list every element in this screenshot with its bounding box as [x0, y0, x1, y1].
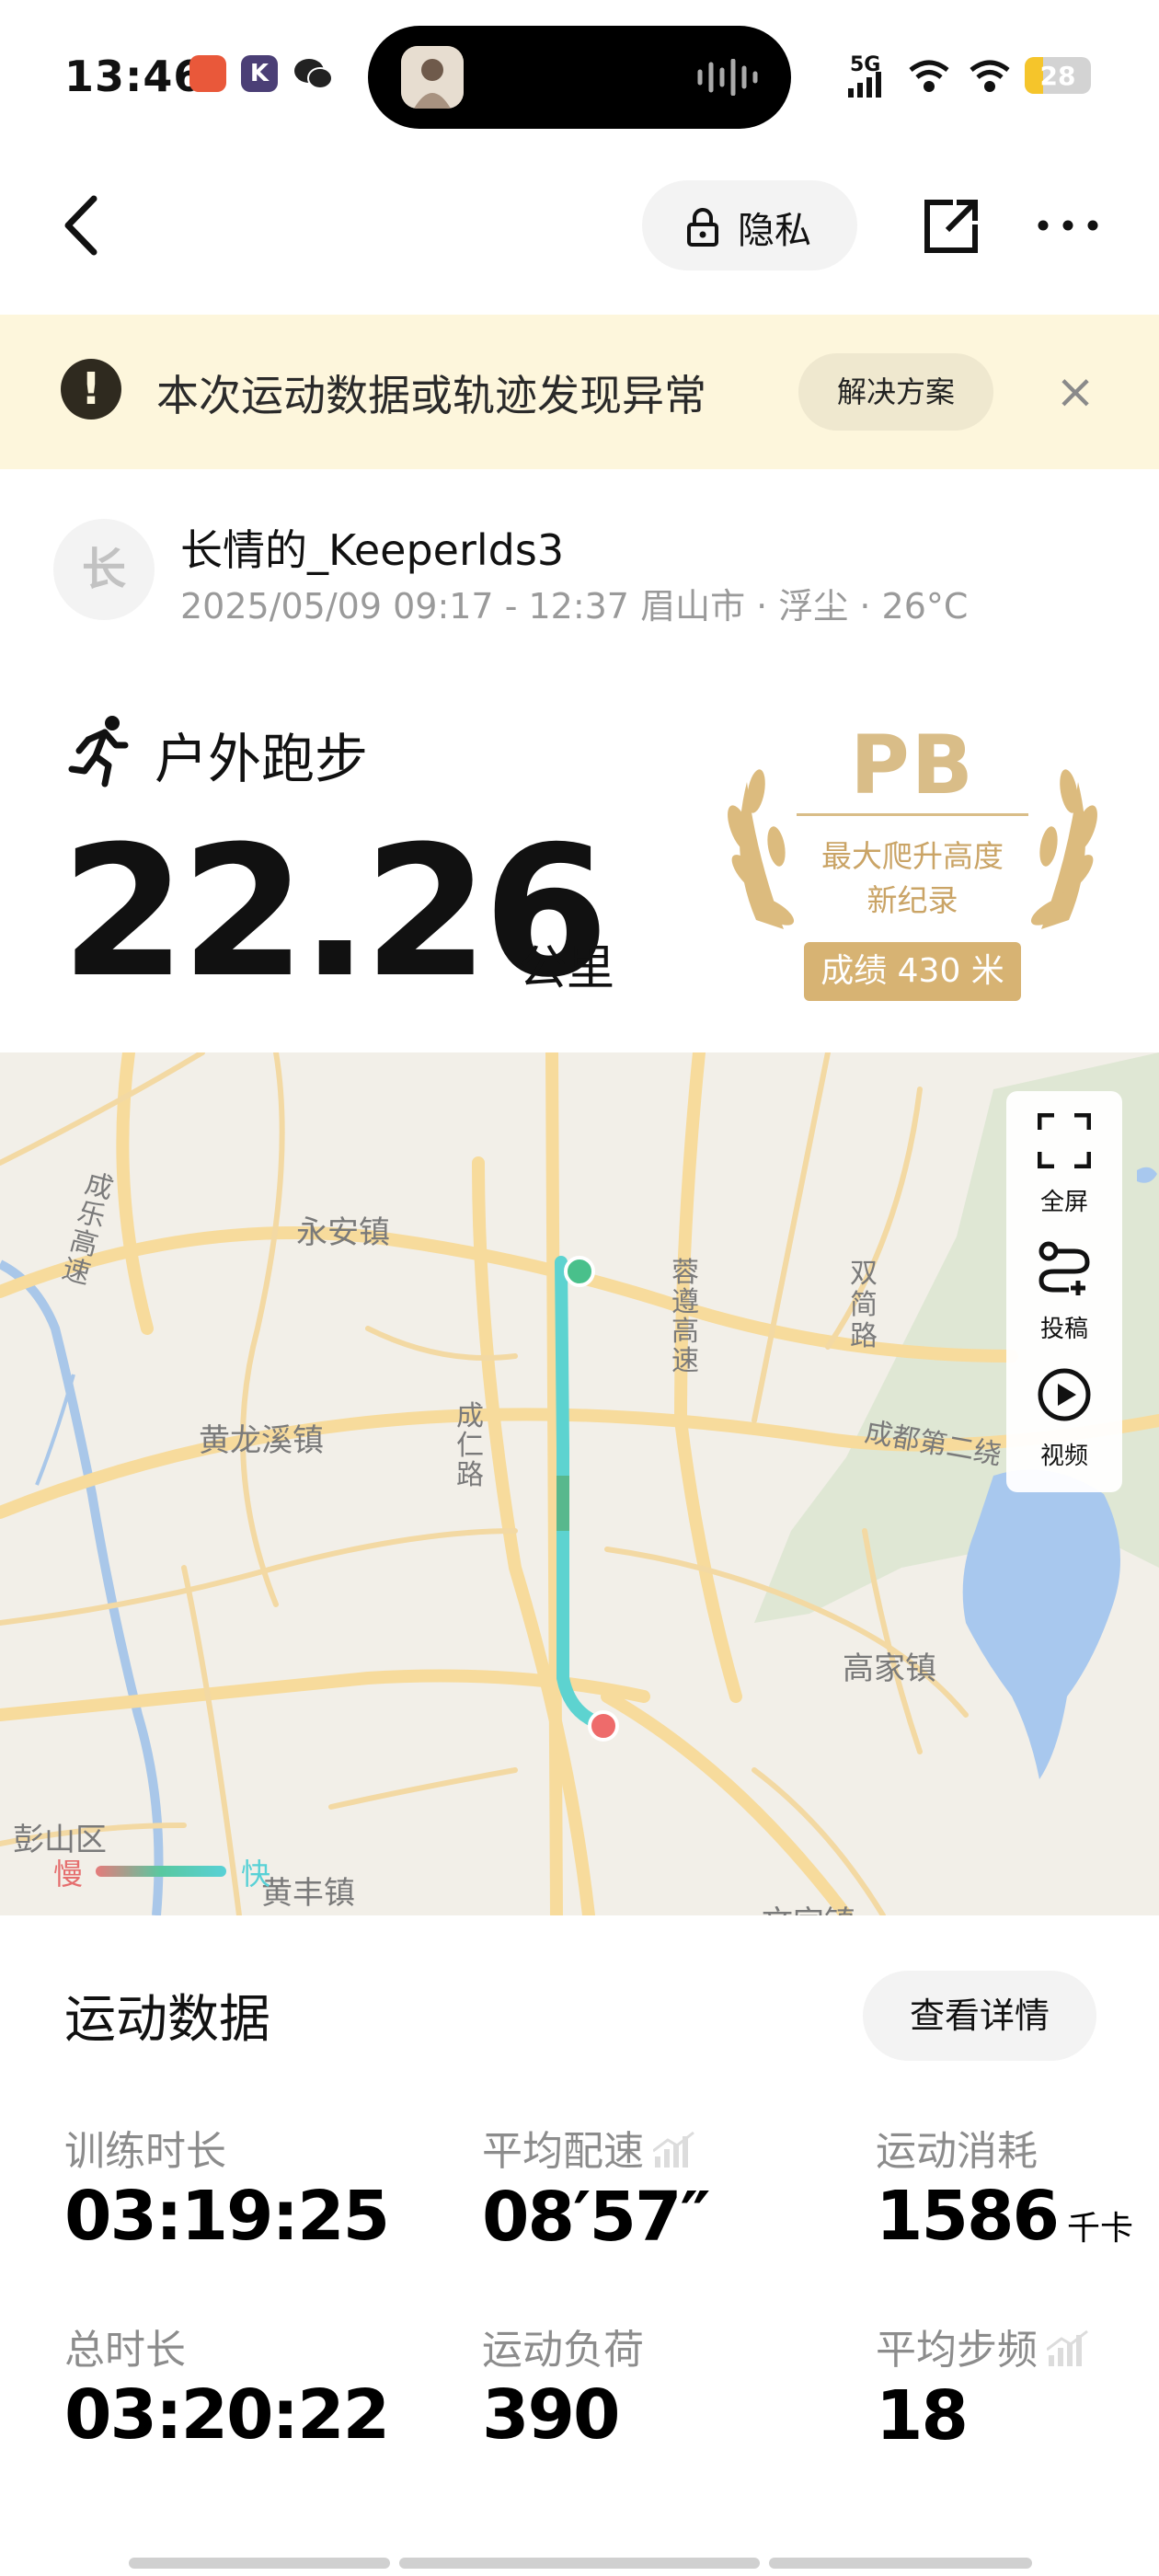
- map-label-chunrong: 蓉遵高速: [671, 1257, 699, 1377]
- more-button[interactable]: [1034, 193, 1102, 258]
- legend-slow: 慢: [53, 1857, 84, 1892]
- map-background: [0, 1052, 1159, 1915]
- stat-total-time: 总时长 03:20:22: [64, 2317, 390, 2455]
- stat-training-load: 运动负荷 390: [482, 2317, 644, 2455]
- video-label: 视频: [1039, 1443, 1088, 1470]
- stats-title: 运动数据: [64, 1990, 270, 2050]
- stat-label-text: 平均配速: [482, 2128, 644, 2175]
- audio-wave-icon: [695, 58, 760, 97]
- wechat-icon: [293, 55, 333, 92]
- running-icon: [68, 714, 132, 788]
- stat-value: 03:19:25: [64, 2177, 390, 2256]
- status-bar: 13:46 K 5G 28: [0, 0, 1159, 156]
- pb-result: 成绩 430 米: [804, 942, 1021, 1001]
- submit-label: 投稿: [1039, 1316, 1088, 1343]
- stat-value-text: 08′57″: [482, 2177, 711, 2257]
- stat-unit: 千卡: [1066, 2210, 1133, 2248]
- status-time: 13:46: [64, 52, 204, 101]
- wifi-calling-icon: [907, 57, 951, 96]
- stat-avg-pace[interactable]: 平均配速 08′57″: [482, 2118, 711, 2257]
- more-icon: [1038, 220, 1098, 231]
- activity-type: 户外跑步: [155, 728, 369, 790]
- chevron-left-icon: [64, 195, 98, 256]
- anomaly-alert-banner: ! 本次运动数据或轨迹发现异常 解决方案 ×: [0, 315, 1159, 469]
- privacy-label: 隐私: [738, 210, 811, 252]
- app-notification-icon: [189, 55, 226, 92]
- map-label-wengong: 文宫镇: [762, 1897, 855, 1915]
- legend-fast: 快: [241, 1857, 271, 1892]
- pb-record-label: 新纪录: [866, 882, 958, 918]
- stat-value-text: 1586: [876, 2177, 1060, 2256]
- battery-icon: 28: [1025, 57, 1091, 94]
- chart-bars-icon: [1046, 2329, 1089, 2376]
- stat-training-time: 训练时长 03:19:25: [64, 2118, 390, 2256]
- share-icon: [924, 200, 978, 253]
- view-details-button[interactable]: 查看详情: [863, 1971, 1096, 2061]
- map-label-shuangjian: 双简路: [850, 1258, 878, 1352]
- stat-label: 运动消耗: [876, 2128, 1038, 2175]
- lock-icon: [686, 206, 719, 250]
- solution-button[interactable]: 解决方案: [798, 353, 993, 431]
- warning-icon: !: [61, 359, 121, 420]
- user-avatar[interactable]: 长: [53, 519, 155, 620]
- wifi-icon: [968, 57, 1012, 96]
- battery-percent: 28: [1039, 61, 1076, 91]
- stat-value-text: 03:20:22: [64, 2375, 390, 2455]
- stat-value-text: 18: [876, 2375, 969, 2455]
- submit-button[interactable]: 投稿: [1006, 1222, 1122, 1347]
- stat-value: 390: [482, 2375, 644, 2455]
- stat-label: 总时长: [64, 2327, 186, 2374]
- map-label-yongan: 永安镇: [296, 1214, 390, 1251]
- stat-label: 运动负荷: [482, 2327, 644, 2374]
- pb-record-type: 最大爬升高度: [821, 838, 1004, 874]
- pace-legend-bar: [96, 1866, 226, 1877]
- route-map[interactable]: 永安镇 成乐高速 黄龙溪镇 成仁路 蓉遵高速 双简路 成都第二绕 高家镇 彭山区…: [0, 1052, 1159, 1915]
- back-button[interactable]: [57, 193, 109, 258]
- stat-value: 18: [876, 2376, 1089, 2455]
- pb-badge[interactable]: PB 最大爬升高度 新纪录 成绩 430 米: [719, 718, 1106, 1003]
- chart-bars-icon: [652, 2131, 695, 2178]
- distance-unit: 公里: [519, 941, 615, 996]
- stat-label: 平均步频: [876, 2317, 1089, 2376]
- cell-signal-icon: [848, 72, 881, 98]
- stat-value: 1586 千卡: [876, 2177, 1133, 2256]
- video-button[interactable]: 视频: [1006, 1349, 1122, 1474]
- map-label-huanglongxi: 黄龙溪镇: [199, 1422, 324, 1459]
- pb-title: PB: [850, 718, 975, 812]
- stat-value-text: 03:19:25: [64, 2177, 390, 2256]
- keep-app-icon: K: [241, 55, 278, 92]
- route-icon: [1038, 1240, 1091, 1295]
- page-indicator-1[interactable]: [129, 2558, 390, 2569]
- user-name[interactable]: 长情的_Keeperlds3: [180, 517, 564, 578]
- activity-meta: 2025/05/09 09:17 - 12:37 眉山市 · 浮尘 · 26°C: [180, 586, 969, 627]
- stat-value-text: 390: [482, 2375, 620, 2455]
- fullscreen-icon: [1037, 1112, 1092, 1169]
- fullscreen-button[interactable]: 全屏: [1006, 1095, 1122, 1220]
- share-button[interactable]: [920, 193, 984, 258]
- close-icon[interactable]: ×: [1054, 364, 1096, 420]
- alert-message: 本次运动数据或轨迹发现异常: [156, 371, 706, 420]
- page-indicator-3[interactable]: [769, 2558, 1032, 2569]
- map-label-chengren: 成仁路: [456, 1400, 484, 1491]
- fullscreen-label: 全屏: [1039, 1189, 1088, 1216]
- privacy-button[interactable]: 隐私: [642, 180, 857, 270]
- map-label-gaojia: 高家镇: [843, 1650, 936, 1687]
- stat-value: 03:20:22: [64, 2375, 390, 2455]
- stat-value: 08′57″: [482, 2177, 711, 2257]
- page-indicator-2[interactable]: [399, 2558, 760, 2569]
- stat-label: 训练时长: [64, 2128, 226, 2175]
- map-label-huangfeng: 黄丰镇: [261, 1875, 355, 1912]
- music-cover-icon: [401, 46, 464, 109]
- stat-label: 平均配速: [482, 2118, 709, 2178]
- stat-label-text: 平均步频: [876, 2327, 1038, 2374]
- map-toolbar: 全屏 投稿 视频: [1006, 1091, 1122, 1492]
- stat-avg-cadence[interactable]: 平均步频 18: [876, 2317, 1089, 2455]
- dynamic-island[interactable]: [368, 26, 791, 129]
- play-icon: [1038, 1367, 1091, 1422]
- stat-calories: 运动消耗 1586 千卡: [876, 2118, 1133, 2256]
- pb-divider: [797, 813, 1028, 816]
